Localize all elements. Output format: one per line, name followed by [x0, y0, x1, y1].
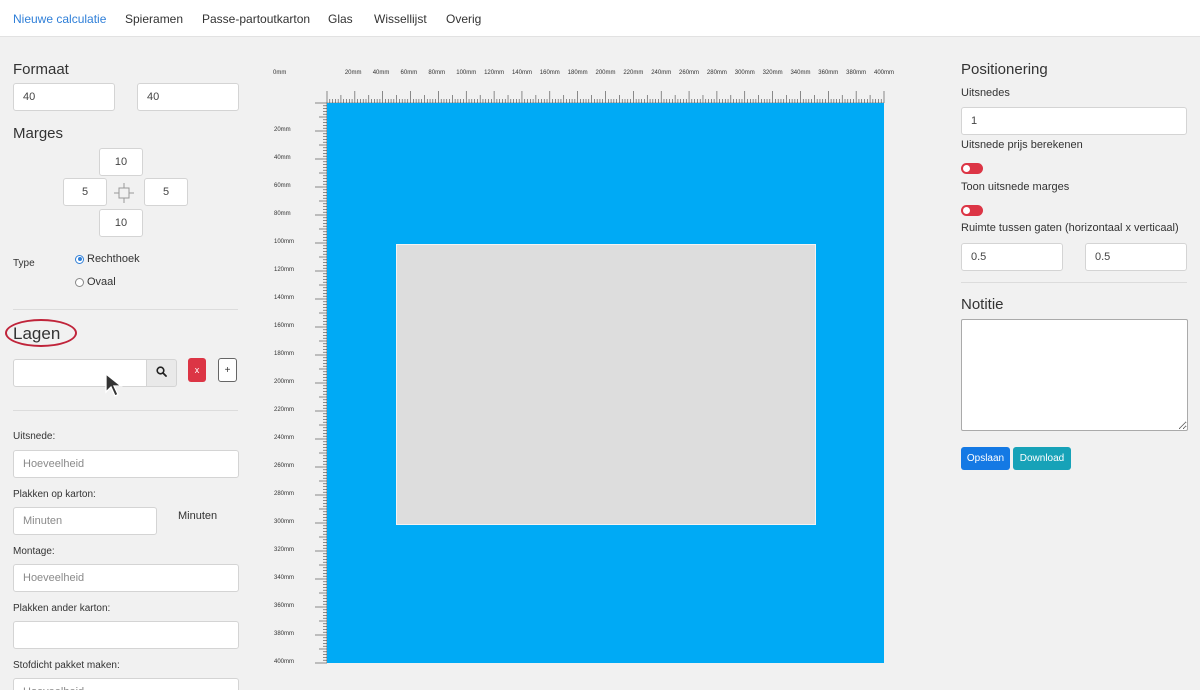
prijs-toggle[interactable]: [961, 163, 983, 174]
ruler-left-label: 380mm: [274, 631, 295, 637]
ruler-left-label: 160mm: [274, 323, 295, 329]
ruler-top-label: 260mm: [679, 70, 700, 76]
ruler-left-label: 40mm: [274, 155, 291, 161]
ruimte-label: Ruimte tussen gaten (horizontaal x verti…: [961, 222, 1179, 234]
ruler-top-label: 40mm: [372, 70, 390, 76]
ruler-top-label: 240mm: [651, 70, 672, 76]
ruler-top-label: 140mm: [511, 70, 532, 76]
ruler-top-label: 200mm: [595, 70, 616, 76]
ruler-top-label: 340mm: [790, 70, 811, 76]
ruimte-verticaal-input[interactable]: 0.5: [1085, 243, 1187, 271]
positionering-title: Positionering: [961, 61, 1048, 78]
ruler-left-label: 100mm: [274, 239, 295, 245]
ruler-top-label: 180mm: [567, 70, 588, 76]
ruler-top-label: 380mm: [846, 70, 867, 76]
ruimte-horizontaal-input[interactable]: 0.5: [961, 243, 1063, 271]
ruler-top-label: 160mm: [539, 70, 560, 76]
uitsnedes-label: Uitsnedes: [961, 87, 1010, 99]
ruler-left-label: 300mm: [274, 519, 295, 525]
ruler-left-label: 400mm: [274, 659, 295, 665]
marges-toon-label: Toon uitsnede marges: [961, 181, 1070, 193]
ruler-left-label: 20mm: [274, 127, 291, 133]
ruler-top-label: 0mm: [273, 70, 287, 76]
download-button[interactable]: Download: [1013, 447, 1071, 470]
ruler-top-label: 400mm: [874, 70, 895, 76]
ruler-left-label: 80mm: [274, 211, 291, 217]
ruler-top-label: 120mm: [484, 70, 505, 76]
ruler-left-label: 320mm: [274, 547, 295, 553]
ruler-left-label: 280mm: [274, 491, 295, 497]
notitie-textarea[interactable]: [961, 319, 1188, 431]
ruler-left-label: 260mm: [274, 463, 295, 469]
ruler-top-label: 80mm: [428, 70, 446, 76]
ruler-left-label: 60mm: [274, 183, 291, 189]
ruler-left-label: 200mm: [274, 379, 295, 385]
uitsnedes-input[interactable]: 1: [961, 107, 1187, 135]
save-button[interactable]: Opslaan: [961, 447, 1010, 470]
ruler-top-label: 220mm: [623, 70, 644, 76]
ruler-top-label: 360mm: [818, 70, 839, 76]
prijs-label: Uitsnede prijs berekenen: [961, 139, 1083, 151]
ruler-top-label: 320mm: [762, 70, 783, 76]
ruler-top-label: 100mm: [456, 70, 477, 76]
ruler-left-label: 240mm: [274, 435, 295, 441]
ruler-left-label: 340mm: [274, 575, 295, 581]
notitie-title: Notitie: [961, 296, 1004, 313]
ruler-top-label: 60mm: [400, 70, 418, 76]
ruler-top-label: 300mm: [734, 70, 755, 76]
ruler-left-label: 180mm: [274, 351, 295, 357]
ruler-left-label: 360mm: [274, 603, 295, 609]
opening-preview: [396, 244, 816, 525]
ruler-top-label: 20mm: [344, 70, 362, 76]
ruler-left-label: 220mm: [274, 407, 295, 413]
ruler-left-label: 140mm: [274, 295, 295, 301]
divider: [961, 282, 1187, 283]
ruler-top-label: 280mm: [706, 70, 727, 76]
marges-toggle[interactable]: [961, 205, 983, 216]
ruler-left-label: 120mm: [274, 267, 295, 273]
